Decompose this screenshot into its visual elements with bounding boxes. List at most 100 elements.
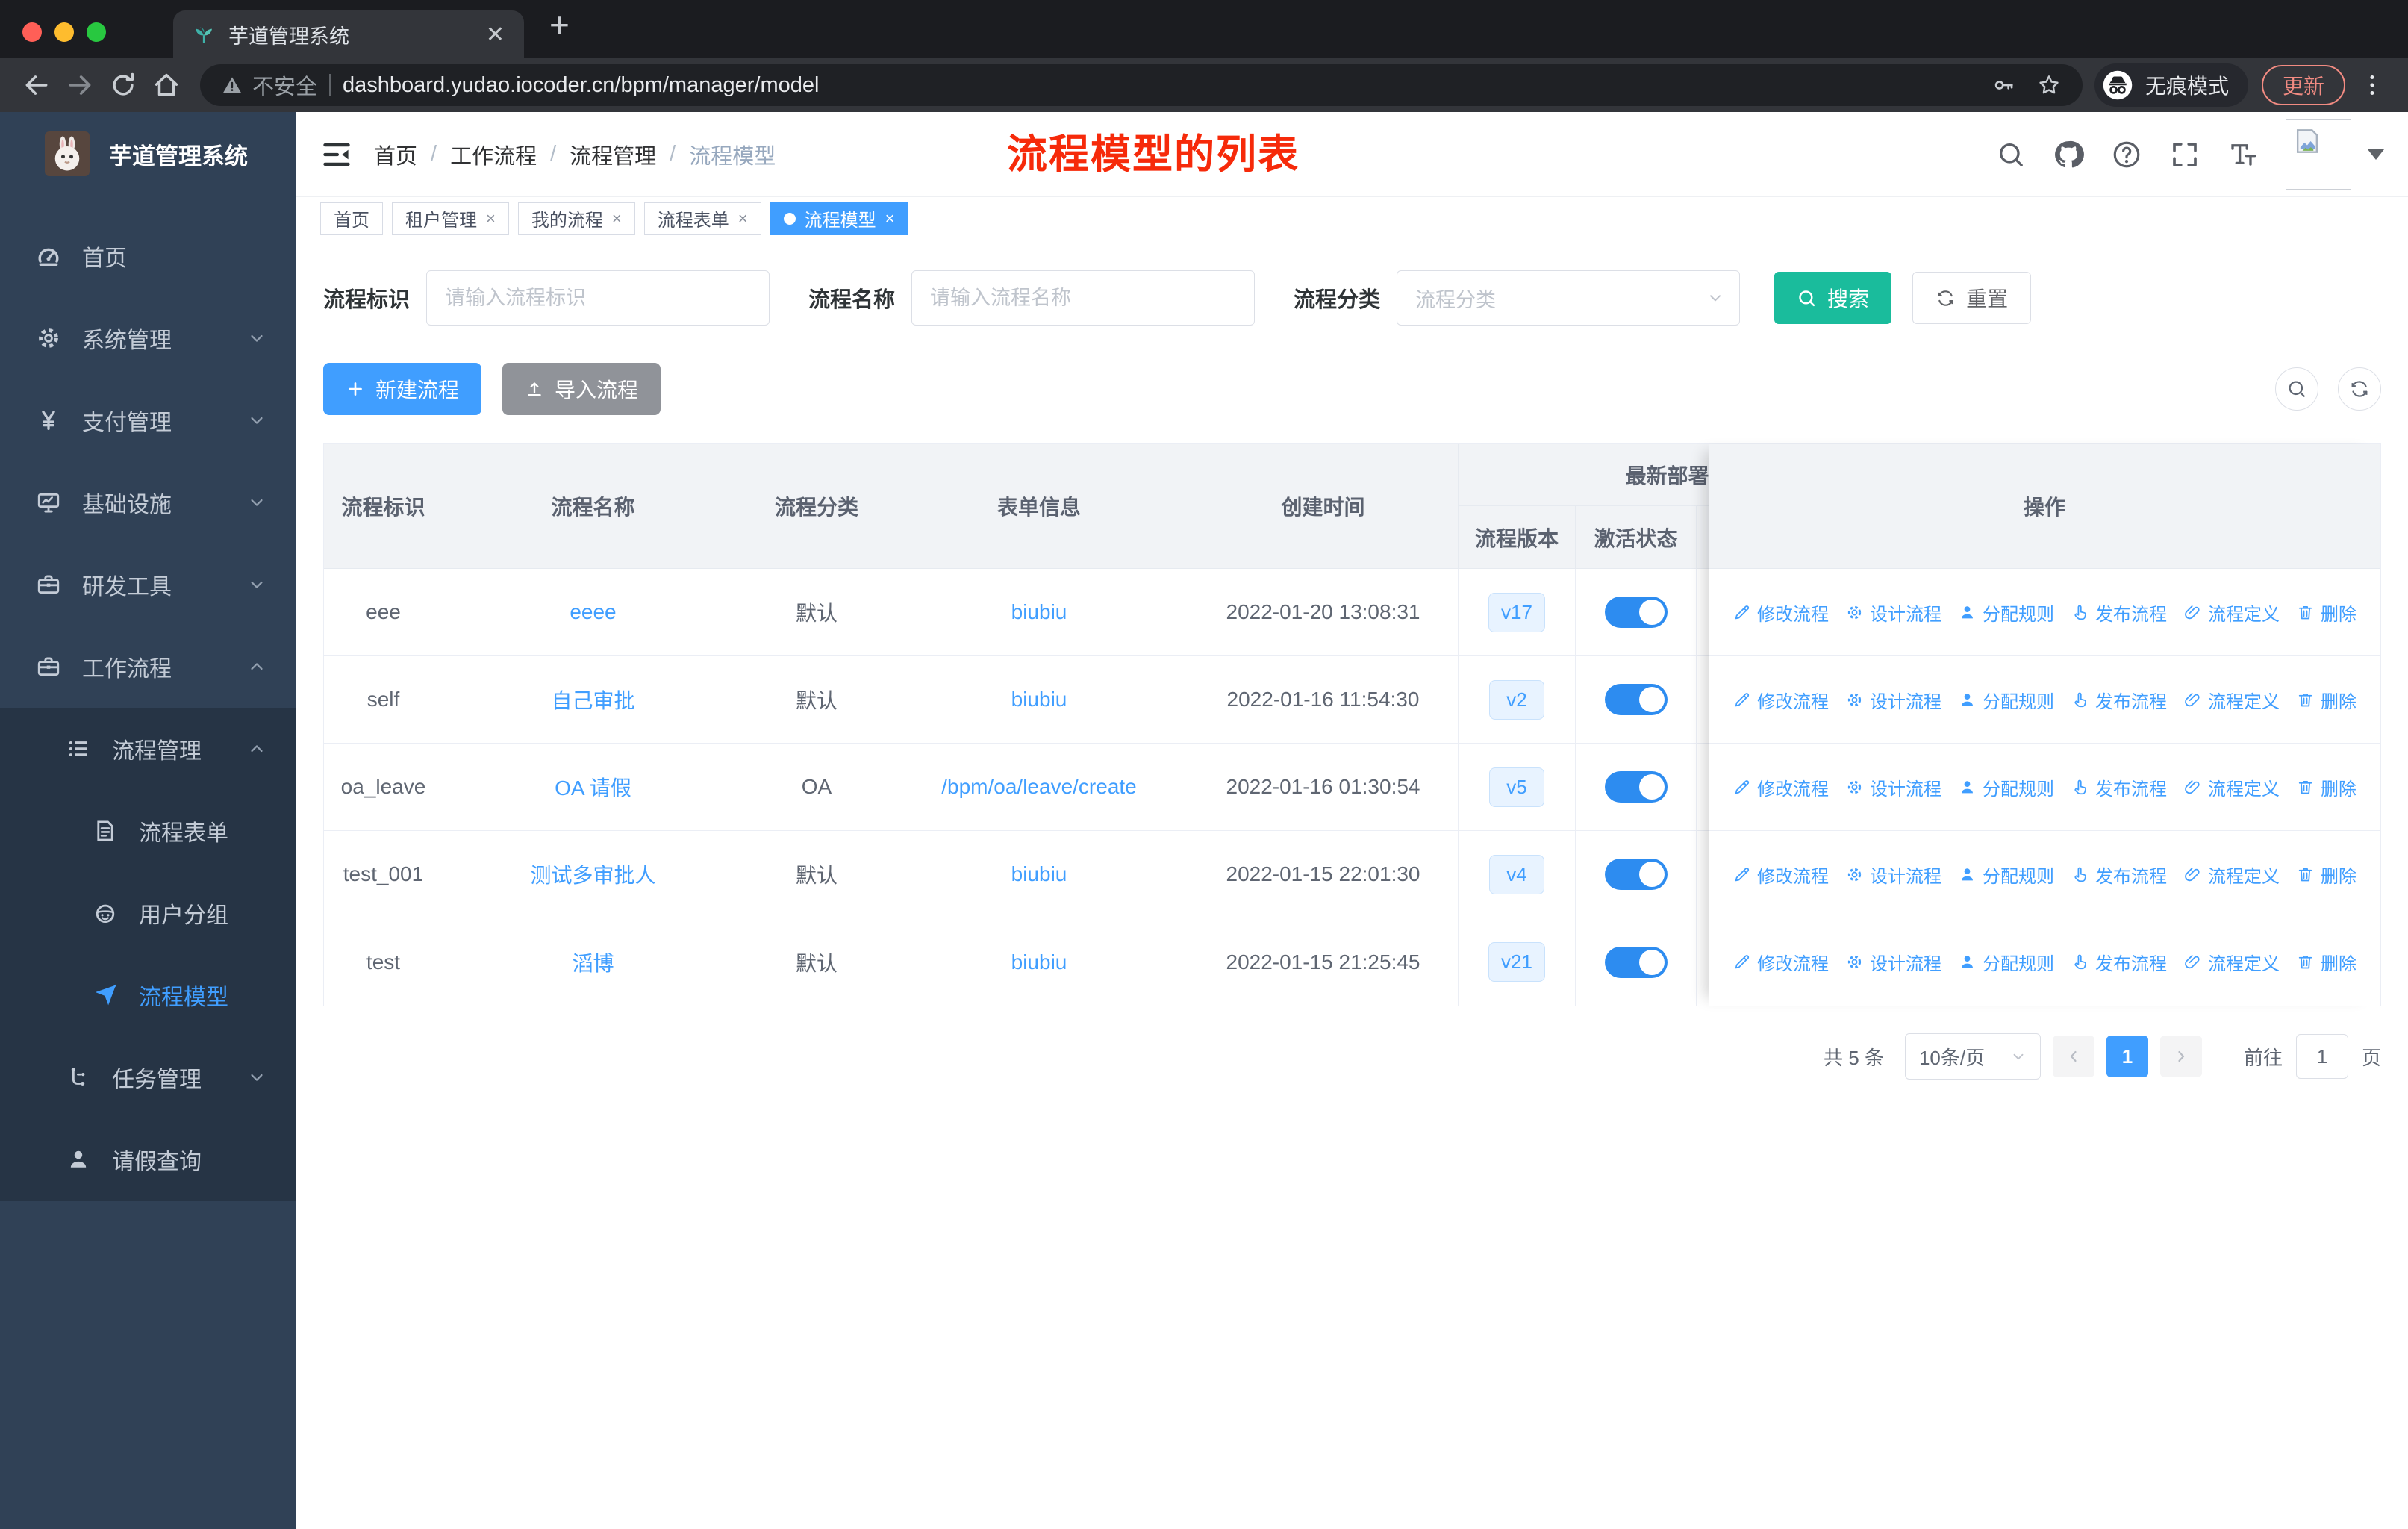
流程分类-select[interactable]: 流程分类	[1397, 270, 1741, 326]
sidebar-item-基础设施[interactable]: 基础设施	[0, 461, 296, 544]
assign-link[interactable]: 分配规则	[1958, 687, 2054, 713]
form-info-link[interactable]: biubiu	[1011, 950, 1067, 974]
tag-close-icon[interactable]: ×	[738, 209, 748, 228]
process-name-link[interactable]: OA 请假	[555, 772, 631, 802]
goto-page-input[interactable]	[2295, 1034, 2348, 1079]
sidebar-toggle-icon[interactable]	[320, 138, 353, 171]
delete-link[interactable]: 删除	[2296, 774, 2356, 800]
assign-link[interactable]: 分配规则	[1958, 949, 2054, 975]
design-link[interactable]: 设计流程	[1845, 600, 1941, 626]
tag-首页[interactable]: 首页	[320, 202, 383, 235]
fullscreen-icon[interactable]	[2169, 139, 2200, 170]
create-process-button[interactable]: 新建流程	[323, 363, 482, 415]
browser-tab[interactable]: 芋道管理系统 ✕	[173, 10, 524, 58]
definition-link[interactable]: 流程定义	[2183, 600, 2280, 626]
minimize-window-button[interactable]	[54, 22, 74, 42]
tag-流程表单[interactable]: 流程表单 ×	[643, 202, 761, 235]
reload-button[interactable]	[102, 63, 145, 107]
deploy-link[interactable]: 发布流程	[2071, 949, 2167, 975]
definition-link[interactable]: 流程定义	[2183, 687, 2280, 713]
definition-link[interactable]: 流程定义	[2183, 774, 2280, 800]
process-name-link[interactable]: 自己审批	[551, 685, 634, 714]
back-button[interactable]	[15, 63, 58, 107]
import-process-button[interactable]: 导入流程	[502, 363, 661, 415]
form-info-link[interactable]: biubiu	[1011, 862, 1067, 886]
new-tab-button[interactable]: +	[549, 4, 570, 45]
zoom-window-button[interactable]	[87, 22, 106, 42]
form-info-link[interactable]: biubiu	[1011, 600, 1067, 624]
close-window-button[interactable]	[22, 22, 42, 42]
deploy-link[interactable]: 发布流程	[2071, 687, 2167, 713]
active-toggle[interactable]	[1604, 771, 1668, 803]
assign-link[interactable]: 分配规则	[1958, 862, 2054, 888]
search-button[interactable]: 搜索	[1774, 272, 1892, 324]
edit-link[interactable]: 修改流程	[1732, 949, 1829, 975]
tag-close-icon[interactable]: ×	[612, 209, 622, 228]
tag-close-icon[interactable]: ×	[486, 209, 496, 228]
active-toggle[interactable]	[1604, 859, 1668, 890]
design-link[interactable]: 设计流程	[1845, 949, 1941, 975]
browser-menu-icon[interactable]	[2359, 72, 2386, 99]
sidebar-item-用户分组[interactable]: 用户分组	[0, 872, 296, 954]
assign-link[interactable]: 分配规则	[1958, 600, 2054, 626]
search-icon[interactable]	[1996, 140, 2026, 169]
delete-link[interactable]: 删除	[2296, 687, 2356, 713]
sidebar-item-首页[interactable]: 首页	[0, 215, 296, 297]
process-name-link[interactable]: 测试多审批人	[530, 859, 655, 889]
sidebar-item-流程模型[interactable]: 流程模型	[0, 954, 296, 1036]
sidebar-item-任务管理[interactable]: 任务管理	[0, 1036, 296, 1118]
url-bar[interactable]: 不安全 dashboard.yudao.iocoder.cn/bpm/manag…	[200, 64, 2083, 106]
流程标识-input[interactable]	[426, 270, 770, 326]
update-button[interactable]: 更新	[2261, 65, 2345, 105]
form-info-link[interactable]: biubiu	[1011, 688, 1067, 711]
breadcrumb-item[interactable]: 工作流程	[450, 139, 537, 170]
home-button[interactable]	[145, 63, 188, 107]
active-toggle[interactable]	[1604, 597, 1668, 628]
prev-page-button[interactable]	[2052, 1036, 2094, 1077]
forward-button[interactable]	[58, 63, 102, 107]
tag-租户管理[interactable]: 租户管理 ×	[392, 202, 509, 235]
bookmark-star-icon[interactable]	[2036, 72, 2062, 98]
tag-close-icon[interactable]: ×	[885, 209, 895, 228]
sidebar-item-系统管理[interactable]: 系统管理	[0, 297, 296, 379]
tag-流程模型[interactable]: 流程模型 ×	[770, 202, 908, 235]
reset-button[interactable]: 重置	[1912, 272, 2032, 324]
design-link[interactable]: 设计流程	[1845, 774, 1941, 800]
sidebar-item-支付管理[interactable]: 支付管理	[0, 379, 296, 461]
sidebar-item-请假查询[interactable]: 请假查询	[0, 1118, 296, 1201]
tab-close-icon[interactable]: ✕	[486, 22, 505, 48]
deploy-link[interactable]: 发布流程	[2071, 774, 2167, 800]
sidebar-item-研发工具[interactable]: 研发工具	[0, 544, 296, 626]
deploy-link[interactable]: 发布流程	[2071, 600, 2167, 626]
refresh-table-button[interactable]	[2338, 367, 2381, 411]
font-size-icon[interactable]	[2227, 139, 2259, 170]
edit-link[interactable]: 修改流程	[1732, 687, 1829, 713]
delete-link[interactable]: 删除	[2296, 949, 2356, 975]
sidebar-item-流程表单[interactable]: 流程表单	[0, 790, 296, 872]
design-link[interactable]: 设计流程	[1845, 687, 1941, 713]
key-icon[interactable]	[1991, 72, 2015, 98]
deploy-link[interactable]: 发布流程	[2071, 862, 2167, 888]
github-icon[interactable]	[2053, 139, 2084, 170]
edit-link[interactable]: 修改流程	[1732, 600, 1829, 626]
tag-我的流程[interactable]: 我的流程 ×	[517, 202, 635, 235]
delete-link[interactable]: 删除	[2296, 600, 2356, 626]
edit-link[interactable]: 修改流程	[1732, 774, 1829, 800]
help-icon[interactable]	[2111, 139, 2142, 170]
form-info-link[interactable]: /bpm/oa/leave/create	[941, 775, 1137, 799]
design-link[interactable]: 设计流程	[1845, 862, 1941, 888]
edit-link[interactable]: 修改流程	[1732, 862, 1829, 888]
page-number-button[interactable]: 1	[2106, 1036, 2148, 1077]
assign-link[interactable]: 分配规则	[1958, 774, 2054, 800]
sidebar-item-工作流程[interactable]: 工作流程	[0, 626, 296, 708]
流程名称-input[interactable]	[911, 270, 1256, 326]
avatar-caret-icon[interactable]	[2368, 149, 2384, 160]
user-avatar[interactable]	[2286, 119, 2351, 190]
breadcrumb-item[interactable]: 首页	[374, 139, 417, 170]
definition-link[interactable]: 流程定义	[2183, 949, 2280, 975]
toggle-search-button[interactable]	[2275, 367, 2318, 411]
process-name-link[interactable]: 滔博	[572, 947, 614, 977]
page-size-select[interactable]: 10条/页	[1904, 1033, 2041, 1080]
delete-link[interactable]: 删除	[2296, 862, 2356, 888]
security-status[interactable]: 不安全	[221, 69, 317, 101]
